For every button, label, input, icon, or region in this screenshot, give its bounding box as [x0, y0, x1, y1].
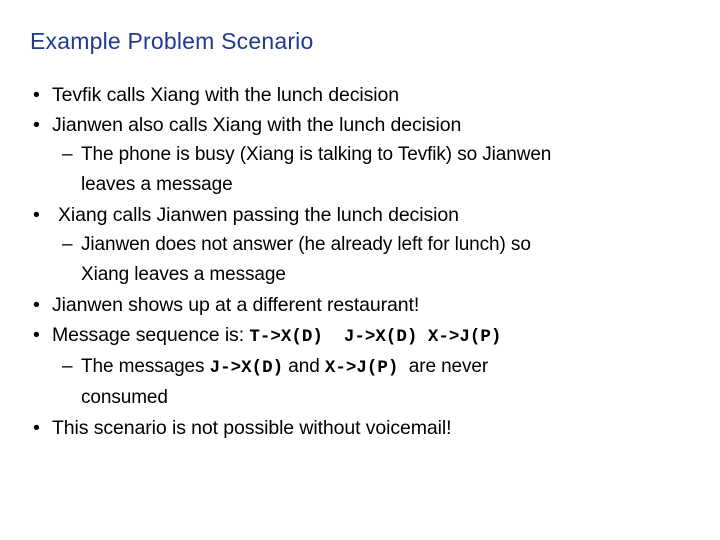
bullet-marker-icon: • — [33, 417, 40, 439]
sub-list-item-label-wrap: leaves a message — [81, 174, 233, 195]
sub-list-item: – The phone is busy (Xiang is talking to… — [0, 140, 720, 170]
sub-list-item: – Jianwen does not answer (he already le… — [0, 230, 720, 260]
message-code-second: X->J(P) — [324, 358, 399, 378]
bullet-marker-icon: • — [33, 84, 40, 106]
list-item: • Jianwen also calls Xiang with the lunc… — [0, 110, 720, 140]
list-item-label: Message sequence is: — [52, 324, 250, 346]
bullet-marker-icon: • — [33, 204, 40, 226]
slide-canvas: Example Problem Scenario • Tevfik calls … — [0, 0, 720, 540]
bullet-marker-icon: • — [33, 324, 40, 346]
sub-list-item-label: The phone is busy (Xiang is talking to T… — [81, 144, 552, 165]
list-item-label: Tevfik calls Xiang with the lunch decisi… — [52, 84, 399, 106]
sub-list-item-label-wrap: consumed — [81, 387, 168, 408]
list-item: • This scenario is not possible without … — [0, 413, 720, 443]
sub-list-item-label: The messages — [81, 356, 210, 377]
list-item: • Jianwen shows up at a different restau… — [0, 290, 720, 320]
dash-marker-icon: – — [62, 356, 73, 377]
sub-list-item: – The messages J->X(D) and X->J(P) are ne… — [0, 352, 720, 383]
dash-marker-icon: – — [62, 234, 73, 255]
list-item: • Xiang calls Jianwen passing the lunch … — [0, 200, 720, 230]
list-item-label: Jianwen shows up at a different restaura… — [52, 294, 420, 316]
list-item: • Tevfik calls Xiang with the lunch deci… — [0, 80, 720, 110]
sub-list-item-label-wrap: Xiang leaves a message — [81, 264, 286, 285]
dash-marker-icon: – — [62, 144, 73, 165]
bullet-list: • Tevfik calls Xiang with the lunch deci… — [0, 80, 720, 443]
list-item-label: Xiang calls Jianwen passing the lunch de… — [58, 204, 459, 226]
sub-list-item-label: Jianwen does not answer (he already left… — [81, 234, 531, 255]
message-sequence-code: T->X(D) J->X(D) X->J(P) — [249, 327, 502, 347]
page-title: Example Problem Scenario — [30, 28, 314, 54]
sub-list-item-wrap: consumed — [0, 383, 720, 413]
sub-list-item-wrap: leaves a message — [0, 170, 720, 200]
bullet-marker-icon: • — [33, 114, 40, 136]
sub-list-item-wrap: Xiang leaves a message — [0, 260, 720, 290]
list-item: • Message sequence is: T->X(D) J->X(D) X… — [0, 320, 720, 352]
message-code-first: J->X(D) — [209, 358, 284, 378]
bullet-marker-icon: • — [33, 294, 40, 316]
sub-list-item-suffix: are never — [398, 356, 489, 377]
list-item-label: This scenario is not possible without vo… — [52, 417, 452, 439]
sub-list-item-conjunction: and — [283, 356, 325, 377]
list-item-label: Jianwen also calls Xiang with the lunch … — [52, 114, 462, 136]
